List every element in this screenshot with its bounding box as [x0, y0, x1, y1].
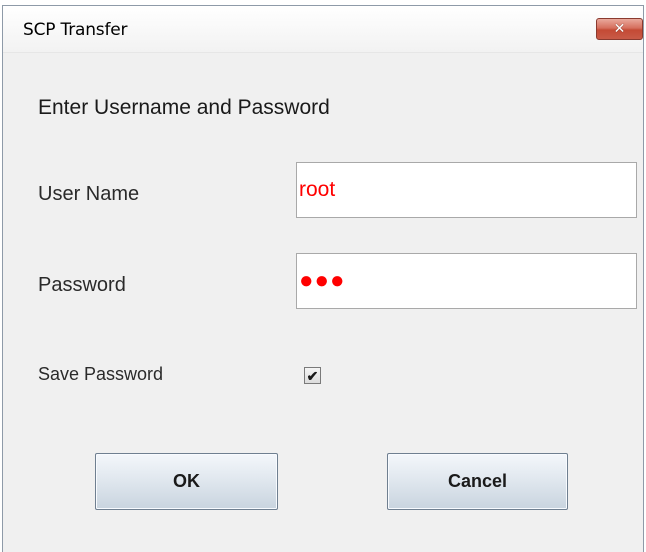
ok-button[interactable]: OK [95, 453, 278, 510]
close-icon: ✕ [613, 21, 626, 37]
cancel-button[interactable]: Cancel [387, 453, 568, 510]
window-title: SCP Transfer [23, 20, 128, 40]
check-icon: ✔ [306, 367, 319, 384]
password-label: Password [38, 274, 126, 296]
scp-transfer-dialog: SCP Transfer ✕ Enter Username and Passwo… [2, 5, 644, 552]
save-password-checkbox[interactable]: ✔ [304, 367, 321, 384]
password-field[interactable] [296, 253, 637, 309]
form-heading: Enter Username and Password [38, 96, 330, 119]
title-bar[interactable]: SCP Transfer ✕ [3, 6, 643, 53]
username-label: User Name [38, 183, 140, 205]
cancel-button-label: Cancel [447, 471, 508, 491]
username-field[interactable] [296, 162, 637, 218]
save-password-label: Save Password [38, 364, 164, 384]
ok-button-label: OK [173, 471, 200, 491]
close-button[interactable]: ✕ [596, 18, 643, 40]
